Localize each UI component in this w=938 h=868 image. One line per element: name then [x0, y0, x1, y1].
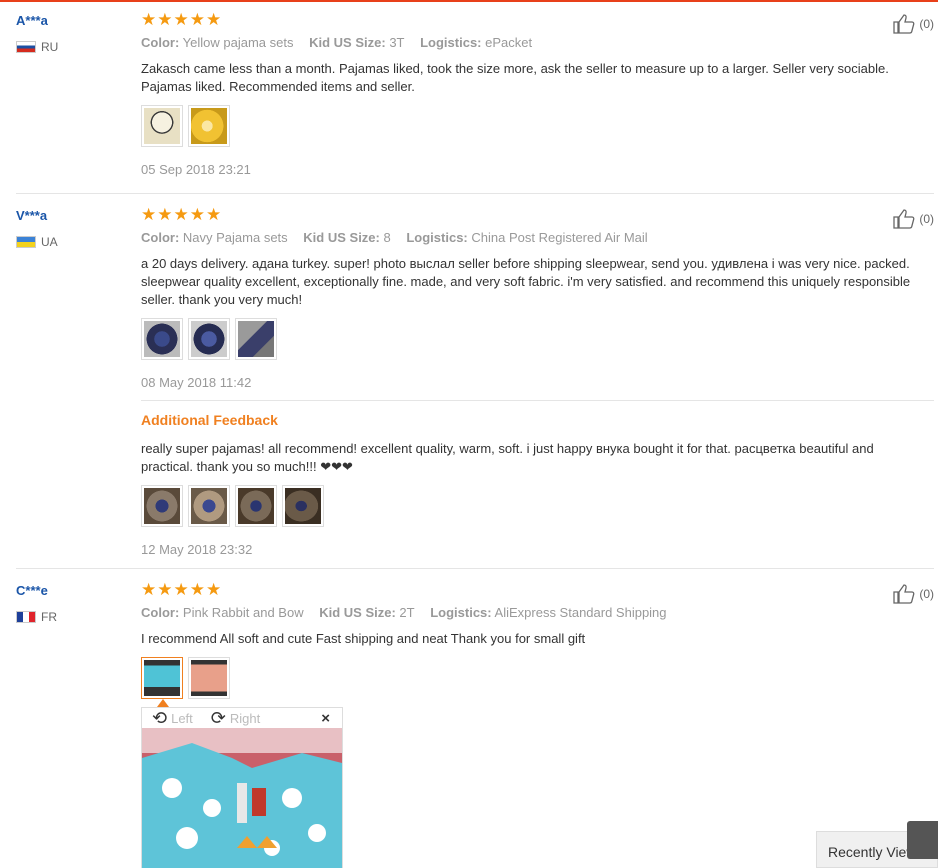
- review-divider: [16, 193, 934, 194]
- photo-image: [144, 321, 180, 357]
- photo-viewer: ⟲ Left ⟳ Right ×: [141, 707, 343, 868]
- review-date: 05 Sep 2018 23:21: [141, 162, 251, 177]
- photo-image: [144, 660, 180, 696]
- review-text: I recommend All soft and cute Fast shipp…: [141, 631, 586, 646]
- color-label: Color:: [141, 35, 180, 50]
- viewer-pointer: [157, 699, 169, 707]
- pajama-photo-image: [142, 728, 342, 868]
- thumbs-up-icon: [893, 14, 915, 34]
- thumbs-up-icon: [893, 209, 915, 229]
- review-photos: [141, 105, 230, 147]
- review-photo-thumb-selected[interactable]: [141, 657, 183, 699]
- rotate-right-button[interactable]: Right: [230, 711, 260, 726]
- reviewer-country: UA: [16, 235, 58, 249]
- viewer-toolbar: ⟲ Left ⟳ Right: [142, 708, 342, 728]
- star-rating: ★★★★★: [141, 10, 223, 29]
- reviewer-country: RU: [16, 40, 58, 54]
- helpful-count: (0): [919, 212, 934, 226]
- size-label: Kid US Size:: [319, 605, 396, 620]
- reviewer-name[interactable]: C***e: [16, 583, 48, 598]
- photo-image: [191, 660, 227, 696]
- additional-feedback-title: Additional Feedback: [141, 412, 278, 428]
- flag-ua-icon: [16, 236, 36, 248]
- country-code: RU: [41, 40, 59, 54]
- review-photo-thumb[interactable]: [141, 318, 183, 360]
- product-attributes: Color: Yellow pajama sets Kid US Size: 3…: [141, 35, 532, 50]
- helpful-button[interactable]: (0): [892, 13, 934, 35]
- logistics-label: Logistics:: [420, 35, 482, 50]
- size-value: 2T: [399, 605, 415, 620]
- logistics-label: Logistics:: [406, 230, 468, 245]
- country-code: UA: [41, 235, 58, 249]
- color-label: Color:: [141, 230, 180, 245]
- product-attributes: Color: Navy Pajama sets Kid US Size: 8 L…: [141, 230, 648, 245]
- size-value: 3T: [389, 35, 405, 50]
- flag-fr-icon: [16, 611, 36, 623]
- review-text: a 20 days delivery. адана turkey. super!…: [141, 256, 911, 307]
- size-label: Kid US Size:: [303, 230, 380, 245]
- review-photo-thumb[interactable]: [141, 105, 183, 147]
- review-divider: [16, 568, 934, 569]
- logistics-value: AliExpress Standard Shipping: [494, 605, 667, 620]
- review-photo-thumb[interactable]: [188, 105, 230, 147]
- review-photo-thumb[interactable]: [188, 318, 230, 360]
- reviewer-name[interactable]: A***a: [16, 13, 48, 28]
- helpful-button[interactable]: (0): [892, 583, 934, 605]
- review-photo-thumb[interactable]: [141, 485, 183, 527]
- photo-image: [144, 108, 180, 144]
- country-code: FR: [41, 610, 57, 624]
- star-rating: ★★★★★: [141, 580, 223, 599]
- star-rating: ★★★★★: [141, 205, 223, 224]
- helpful-button[interactable]: (0): [892, 208, 934, 230]
- helpful-count: (0): [919, 587, 934, 601]
- review-photo-thumb[interactable]: [235, 318, 277, 360]
- size-label: Kid US Size:: [309, 35, 386, 50]
- additional-feedback-text: really super pajamas! all recommend! exc…: [141, 441, 874, 474]
- review-photos: [141, 318, 277, 360]
- close-icon[interactable]: ×: [321, 710, 330, 727]
- review-photo-thumb[interactable]: [188, 485, 230, 527]
- review-date: 08 May 2018 11:42: [141, 375, 252, 390]
- rotate-right-icon[interactable]: ⟳: [211, 709, 226, 727]
- top-accent-line: [0, 0, 938, 2]
- logistics-value: China Post Registered Air Mail: [471, 230, 648, 245]
- color-value: Pink Rabbit and Bow: [182, 605, 304, 620]
- review-photo-thumb[interactable]: [188, 657, 230, 699]
- review-photos: [141, 657, 230, 699]
- thumbs-up-icon: [893, 584, 915, 604]
- size-value: 8: [383, 230, 391, 245]
- additional-feedback-divider: [141, 400, 934, 401]
- logistics-label: Logistics:: [430, 605, 492, 620]
- flag-ru-icon: [16, 41, 36, 53]
- rotate-left-icon[interactable]: ⟲: [152, 709, 167, 727]
- color-value: Navy Pajama sets: [182, 230, 288, 245]
- photo-image: [238, 488, 274, 524]
- photo-image: [191, 108, 227, 144]
- color-value: Yellow pajama sets: [182, 35, 294, 50]
- photo-image: [191, 488, 227, 524]
- additional-feedback-date: 12 May 2018 23:32: [141, 542, 253, 557]
- product-attributes: Color: Pink Rabbit and Bow Kid US Size: …: [141, 605, 667, 620]
- rotate-left-button[interactable]: Left: [171, 711, 193, 726]
- reviewer-name[interactable]: V***a: [16, 208, 47, 223]
- viewer-photo: [142, 728, 342, 868]
- color-label: Color:: [141, 605, 180, 620]
- recently-viewed-tab[interactable]: [907, 821, 938, 859]
- photo-image: [238, 321, 274, 357]
- review-photo-thumb[interactable]: [282, 485, 324, 527]
- additional-photos: [141, 485, 324, 527]
- photo-image: [191, 321, 227, 357]
- photo-image: [144, 488, 180, 524]
- helpful-count: (0): [919, 17, 934, 31]
- review-photo-thumb[interactable]: [235, 485, 277, 527]
- review-text: Zakasch came less than a month. Pajamas …: [141, 61, 889, 94]
- logistics-value: ePacket: [485, 35, 533, 50]
- photo-image: [285, 488, 321, 524]
- reviewer-country: FR: [16, 610, 57, 624]
